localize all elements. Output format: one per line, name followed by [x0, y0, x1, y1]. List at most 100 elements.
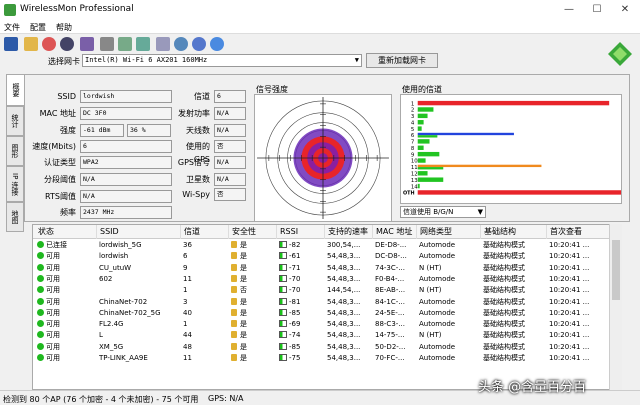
status-dot-icon [37, 263, 44, 271]
status-dot-icon [37, 308, 44, 316]
table-row[interactable]: 可用 1 否 -70 144,54,... 8E-AB-... N (HT) 基础结构模式 10… [33, 285, 621, 296]
cell-text: 1 [183, 286, 188, 295]
cell-text: -85 [289, 342, 301, 351]
column-header[interactable]: 基础结构 [481, 225, 547, 239]
table-row[interactable]: 已连接 lordwish_5G 36 是 -82 300,54,... DE-D8-... A… [33, 240, 621, 251]
cell-text: Automode [419, 320, 456, 329]
table-cell-ssid: 602 [99, 274, 183, 285]
column-header[interactable]: 安全性 [229, 225, 277, 239]
cell-text: 基础结构模式 [483, 354, 525, 362]
channel-usage-select[interactable]: 信道使用 B/G/N ▼ [400, 206, 486, 218]
table-cell-rssi: -82 [279, 240, 327, 251]
cell-text: 基础结构模式 [483, 286, 525, 295]
globe-icon[interactable] [174, 37, 188, 51]
cell-text: 54,48,3... [327, 320, 361, 329]
table-cell-sec: 是 [231, 308, 279, 319]
field-label: Wi-Spy [182, 190, 210, 199]
cell-text: -70 [289, 274, 301, 283]
cell-text: 11 [183, 274, 192, 283]
table-cell-rssi: -75 [279, 353, 327, 364]
tab-map[interactable]: 地图 [6, 202, 24, 232]
table-cell-status: 可用 [37, 263, 99, 274]
table-row[interactable]: 可用 ChinaNet-702_5G 40 是 -85 54,48,3... 24-5E-.… [33, 308, 621, 319]
close-button[interactable]: ✕ [611, 2, 639, 18]
cell-text: 602 [99, 274, 113, 283]
copy-icon[interactable] [118, 37, 132, 51]
cell-text: ChinaNet-702 [99, 297, 148, 306]
table-cell-ssid: L [99, 330, 183, 341]
table-row[interactable]: 可用 XM_5G 48 是 -85 54,48,3... 50-D2-... Automode… [33, 342, 621, 353]
cell-text: 10:20:41 ... [549, 286, 590, 295]
table-row[interactable]: 可用 L 44 是 -74 54,48,3... 14-75-... N (HT) 基础结构模式… [33, 330, 621, 341]
reload-adapter-button[interactable]: 重新加载网卡 [366, 53, 438, 68]
record-icon[interactable] [42, 37, 56, 51]
column-header[interactable]: 支持的速率 [325, 225, 373, 239]
cell-text: Automode [419, 241, 456, 249]
tab-summary[interactable]: 概要 [6, 74, 24, 106]
cell-text: 44 [183, 331, 192, 340]
channel-label: 6 [411, 133, 415, 139]
field-value: 2437 MHz [80, 206, 172, 219]
signal-bar-icon [279, 320, 287, 328]
column-header[interactable]: SSID [97, 225, 181, 239]
signal-bar-icon [279, 252, 287, 260]
table-row[interactable]: 可用 ChinaNet-702 3 是 -81 54,48,3... 84-1C-... Au… [33, 297, 621, 308]
table-row[interactable]: 可用 lordwish 6 是 -61 54,48,3... DC-D8-... Automo… [33, 251, 621, 262]
save-icon[interactable] [4, 37, 18, 51]
signal-bar-icon [279, 241, 287, 248]
column-header[interactable]: 信道 [181, 225, 229, 239]
cell-text: 是 [240, 297, 247, 306]
channel-bar [417, 164, 542, 168]
stop-icon[interactable] [60, 37, 74, 51]
column-header[interactable]: MAC 地址 [373, 225, 417, 239]
adapter-select[interactable]: Intel(R) Wi-Fi 6 AX201 160MHz ▼ [82, 54, 362, 67]
cell-text: 10:20:41 ... [549, 297, 590, 306]
cell-text: 10:20:41 ... [549, 354, 590, 362]
cell-text: 88-C3-... [375, 320, 405, 329]
column-header[interactable]: 网络类型 [417, 225, 481, 239]
status-dot-icon [37, 342, 44, 350]
table-cell-type: N (HT) [419, 285, 483, 296]
tab-graph[interactable]: 图形 [6, 136, 24, 166]
menu-help[interactable]: 帮助 [56, 22, 72, 33]
cell-text: N (HT) [419, 331, 442, 340]
help-icon[interactable] [210, 37, 224, 51]
cell-text: N (HT) [419, 286, 442, 295]
refresh-icon[interactable] [192, 37, 206, 51]
minimize-button[interactable]: — [555, 2, 583, 18]
cell-text: 是 [240, 331, 247, 340]
cell-text: 可用 [46, 354, 60, 362]
cell-text: 可用 [46, 320, 60, 329]
print-icon[interactable] [100, 37, 114, 51]
table-row[interactable]: 可用 CU_utuW 9 是 -71 54,48,3... 74-3C-... N (HT) 基… [33, 263, 621, 274]
lock-icon [231, 297, 237, 305]
signal-bar-icon [279, 297, 287, 305]
column-header[interactable]: 状态 [35, 225, 97, 239]
scrollbar-thumb[interactable] [612, 240, 620, 300]
table-cell-ssid: lordwish_5G [99, 240, 183, 251]
network-icon[interactable] [80, 37, 94, 51]
maximize-button[interactable]: ☐ [583, 2, 611, 18]
tab-statistics[interactable]: 统计 [6, 106, 24, 136]
cell-text: 基础结构模式 [483, 263, 525, 272]
column-header[interactable]: RSSI [277, 225, 325, 239]
menu-config[interactable]: 配置 [30, 22, 46, 33]
menu-file[interactable]: 文件 [4, 22, 20, 33]
open-icon[interactable] [24, 37, 38, 51]
table-cell-rate: 54,48,3... [327, 263, 375, 274]
clipboard-icon[interactable] [136, 37, 150, 51]
field-label: 强度 [60, 126, 76, 135]
field-value: 6 [80, 140, 172, 153]
table-row[interactable]: 可用 TP-LINK_AA9E 11 是 -75 54,48,3... 70-FC-... A… [33, 353, 621, 364]
table-cell-ch: 36 [183, 240, 231, 251]
table-scrollbar[interactable] [609, 224, 622, 390]
table-row[interactable]: 可用 FL2.4G 1 是 -69 54,48,3... 88-C3-... Automode… [33, 319, 621, 330]
table-row[interactable]: 可用 602 11 是 -70 54,48,3... F0-B4-... Automode 基础… [33, 274, 621, 285]
status-gps: GPS: N/A [208, 394, 244, 403]
tab-ip-connection[interactable]: IP 连接 [6, 166, 24, 202]
table-cell-rate: 54,48,3... [327, 330, 375, 341]
info-icon[interactable] [156, 37, 170, 51]
field-label: MAC 地址 [39, 109, 76, 118]
channel-label: 1 [411, 101, 414, 107]
table-cell-rssi: -70 [279, 285, 327, 296]
